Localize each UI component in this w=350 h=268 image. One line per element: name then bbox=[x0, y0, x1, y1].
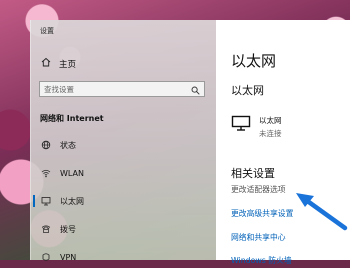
sidebar-item-vpn[interactable]: VPN bbox=[31, 246, 217, 268]
advanced-sharing-link[interactable]: 更改高级共享设置 bbox=[231, 208, 293, 219]
sidebar-item-label: 以太网 bbox=[60, 196, 84, 206]
dialup-icon bbox=[41, 224, 51, 234]
change-adapter-options-link[interactable]: 更改适配器选项 bbox=[231, 184, 286, 195]
ethernet-page: 以太网 以太网 以太网 未连接 相关设置 更改适配器选项 更改高级共享设置 网络… bbox=[216, 20, 350, 265]
home-label: 主页 bbox=[59, 59, 77, 70]
sidebar-item-dialup[interactable]: 拨号 bbox=[31, 218, 217, 240]
search-placeholder: 查找设置 bbox=[44, 84, 74, 94]
page-title: 以太网 bbox=[231, 52, 277, 70]
network-sharing-center-link[interactable]: 网络和共享中心 bbox=[231, 232, 286, 243]
globe-status-icon bbox=[41, 140, 51, 150]
related-settings-title: 相关设置 bbox=[231, 167, 275, 180]
home-icon bbox=[41, 57, 51, 70]
ethernet-connection[interactable]: 以太网 未连接 bbox=[231, 115, 282, 139]
sidebar-item-label: 拨号 bbox=[60, 224, 76, 234]
sidebar-item-label: VPN bbox=[60, 252, 77, 262]
sidebar-item-status[interactable]: 状态 bbox=[31, 134, 217, 156]
section-title: 网络和 Internet bbox=[40, 114, 104, 123]
ethernet-icon bbox=[41, 196, 51, 206]
sidebar-item-wlan[interactable]: WLAN bbox=[31, 162, 217, 184]
vpn-icon bbox=[41, 252, 51, 262]
sidebar-item-label: 状态 bbox=[60, 140, 76, 150]
wifi-icon bbox=[41, 168, 51, 178]
ethernet-name: 以太网 bbox=[259, 116, 282, 125]
sidebar-item-label: WLAN bbox=[60, 168, 85, 178]
search-icon[interactable] bbox=[191, 80, 200, 99]
ethernet-adapter-icon bbox=[231, 115, 251, 139]
ethernet-status: 未连接 bbox=[259, 129, 282, 138]
settings-window: 设置 主页 查找设置 网络和 Internet 状态 WLAN 以太网 拨号 V… bbox=[30, 20, 350, 265]
window-title: 设置 bbox=[40, 27, 54, 35]
sidebar-item-ethernet[interactable]: 以太网 bbox=[31, 190, 217, 212]
search-input[interactable]: 查找设置 bbox=[39, 81, 205, 97]
settings-sidebar: 设置 主页 查找设置 网络和 Internet 状态 WLAN 以太网 拨号 V… bbox=[30, 20, 217, 262]
page-subtitle: 以太网 bbox=[231, 84, 264, 97]
home-nav-item[interactable]: 主页 bbox=[41, 57, 76, 70]
windows-firewall-link[interactable]: Windows 防火墙 bbox=[231, 255, 292, 266]
